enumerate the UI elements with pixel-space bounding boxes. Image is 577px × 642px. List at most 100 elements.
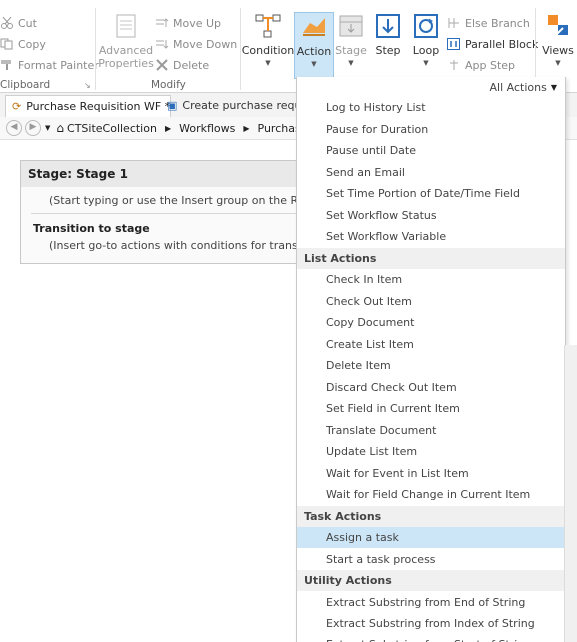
menu-item[interactable]: Start a task process xyxy=(297,549,565,570)
move-down-button[interactable]: Move Down xyxy=(155,35,237,53)
all-actions-filter[interactable]: All Actions ▼ xyxy=(297,77,565,97)
loop-button[interactable]: Loop ▼ xyxy=(409,12,443,78)
tab-create-purchase-requisition[interactable]: ▣ Create purchase requisit xyxy=(161,95,311,116)
menu-item[interactable]: Discard Check Out Item xyxy=(297,377,565,398)
loop-label: Loop xyxy=(412,44,440,57)
format-painter-button[interactable]: Format Painter xyxy=(0,56,99,74)
condition-icon xyxy=(254,12,282,40)
clipboard-group-label: Clipboard xyxy=(0,79,51,91)
menu-item[interactable]: Extract Substring from Index of String xyxy=(297,613,565,634)
chevron-down-icon: ▼ xyxy=(423,59,429,67)
menu-item[interactable]: Delete Item xyxy=(297,355,565,376)
divider xyxy=(95,8,96,90)
workflow-icon: ⟳ xyxy=(12,100,22,113)
breadcrumb-item[interactable]: CTSiteCollection xyxy=(67,122,157,135)
menu-item[interactable]: Create List Item xyxy=(297,334,565,355)
views-icon xyxy=(544,12,572,40)
menu-item[interactable]: Send an Email xyxy=(297,162,565,183)
menu-item[interactable]: Set Workflow Status xyxy=(297,205,565,226)
stage-icon xyxy=(337,12,365,40)
breadcrumb-item[interactable]: Workflows xyxy=(179,122,235,135)
menu-item[interactable]: Translate Document xyxy=(297,420,565,441)
cut-label: Cut xyxy=(18,16,37,30)
dialog-launcher-icon[interactable]: ↘ xyxy=(84,81,91,90)
paintbrush-icon xyxy=(0,59,14,71)
app-step-icon xyxy=(447,59,461,71)
menu-item[interactable]: Copy Document xyxy=(297,312,565,333)
history-dropdown-icon[interactable]: ▼ xyxy=(45,124,50,132)
menu-item[interactable]: Pause for Duration xyxy=(297,119,565,140)
step-icon xyxy=(374,12,402,40)
app-step-button[interactable]: App Step xyxy=(447,56,515,74)
stage-button[interactable]: Stage ▼ xyxy=(334,12,368,78)
menu-item[interactable]: Pause until Date xyxy=(297,140,565,161)
action-icon xyxy=(300,13,328,41)
task-actions-header: Task Actions xyxy=(297,506,565,527)
tab-purchase-requisition-wf[interactable]: ⟳ Purchase Requisition WF * xyxy=(5,95,171,117)
stage-label: Stage xyxy=(335,44,367,57)
menu-item[interactable]: Update List Item xyxy=(297,441,565,462)
delete-button[interactable]: Delete xyxy=(155,56,209,74)
chevron-down-icon: ▼ xyxy=(265,59,271,67)
menu-item[interactable]: Log to History List xyxy=(297,97,565,118)
stage-title[interactable]: Stage: Stage 1 xyxy=(21,161,321,187)
modify-group-label: Modify xyxy=(151,79,186,91)
menu-item[interactable]: Set Time Portion of Date/Time Field xyxy=(297,183,565,204)
forward-icon[interactable]: ▶ xyxy=(25,120,41,136)
scissors-icon xyxy=(0,16,14,29)
tab-label: Purchase Requisition WF * xyxy=(26,100,171,113)
list-actions-header: List Actions xyxy=(297,248,565,269)
back-icon[interactable]: ◀ xyxy=(6,120,22,136)
menu-item[interactable]: Set Workflow Variable xyxy=(297,226,565,247)
menu-item[interactable]: Set Field in Current Item xyxy=(297,398,565,419)
parallel-block-label: Parallel Block xyxy=(465,37,539,51)
step-button[interactable]: Step xyxy=(371,12,405,78)
move-up-button[interactable]: Move Up xyxy=(155,14,221,32)
move-up-label: Move Up xyxy=(173,16,222,30)
properties-icon xyxy=(112,12,140,40)
else-branch-button[interactable]: Else Branch xyxy=(447,14,530,32)
menu-item[interactable]: Extract Substring from End of String xyxy=(297,592,565,613)
loop-icon xyxy=(412,12,440,40)
cut-button[interactable]: Cut xyxy=(0,14,37,32)
chevron-down-icon: ▼ xyxy=(311,60,317,68)
chevron-down-icon: ▼ xyxy=(555,59,561,67)
menu-item[interactable]: Wait for Event in List Item xyxy=(297,463,565,484)
menu-item[interactable]: Check Out Item xyxy=(297,291,565,312)
stage-hint[interactable]: (Start typing or use the Insert group on… xyxy=(49,194,337,207)
advanced-properties-button[interactable]: Advanced Properties xyxy=(98,12,154,78)
parallel-block-icon xyxy=(447,38,461,50)
condition-label: Condition xyxy=(241,44,295,57)
delete-label: Delete xyxy=(173,58,210,72)
move-down-label: Move Down xyxy=(173,37,238,51)
action-label: Action xyxy=(296,45,332,58)
else-branch-icon xyxy=(447,17,461,29)
menu-item[interactable]: Wait for Field Change in Current Item xyxy=(297,484,565,505)
chevron-right-icon: ▶ xyxy=(164,123,172,133)
action-dropdown-menu: All Actions ▼ Log to History List Pause … xyxy=(296,77,566,642)
action-button[interactable]: Action ▼ xyxy=(294,12,334,79)
advanced-properties-label-1: Advanced xyxy=(98,44,154,57)
copy-icon xyxy=(0,38,14,50)
copy-button[interactable]: Copy xyxy=(0,35,46,53)
menu-item[interactable]: Extract Substring from Start of String xyxy=(297,634,565,642)
menu-item[interactable]: Check In Item xyxy=(297,269,565,290)
views-button[interactable]: Views ▼ xyxy=(539,12,577,78)
parallel-block-button[interactable]: Parallel Block xyxy=(447,35,538,53)
delete-x-icon xyxy=(155,59,169,71)
home-icon[interactable]: ⌂ xyxy=(56,121,64,135)
condition-button[interactable]: Condition ▼ xyxy=(241,12,295,78)
divider xyxy=(31,213,316,214)
app-step-label: App Step xyxy=(465,58,516,72)
move-up-icon xyxy=(155,17,169,29)
format-painter-label: Format Painter xyxy=(18,58,99,72)
move-down-icon xyxy=(155,38,169,50)
else-branch-label: Else Branch xyxy=(465,16,530,30)
workflow-stage[interactable]: Stage: Stage 1 (Start typing or use the … xyxy=(20,160,339,264)
menu-item-assign-a-task[interactable]: Assign a task xyxy=(297,527,565,548)
utility-actions-header: Utility Actions xyxy=(297,570,565,591)
scrollbar[interactable] xyxy=(564,345,577,642)
chevron-down-icon: ▼ xyxy=(348,59,354,67)
form-icon: ▣ xyxy=(167,99,178,112)
views-label: Views xyxy=(542,44,574,57)
